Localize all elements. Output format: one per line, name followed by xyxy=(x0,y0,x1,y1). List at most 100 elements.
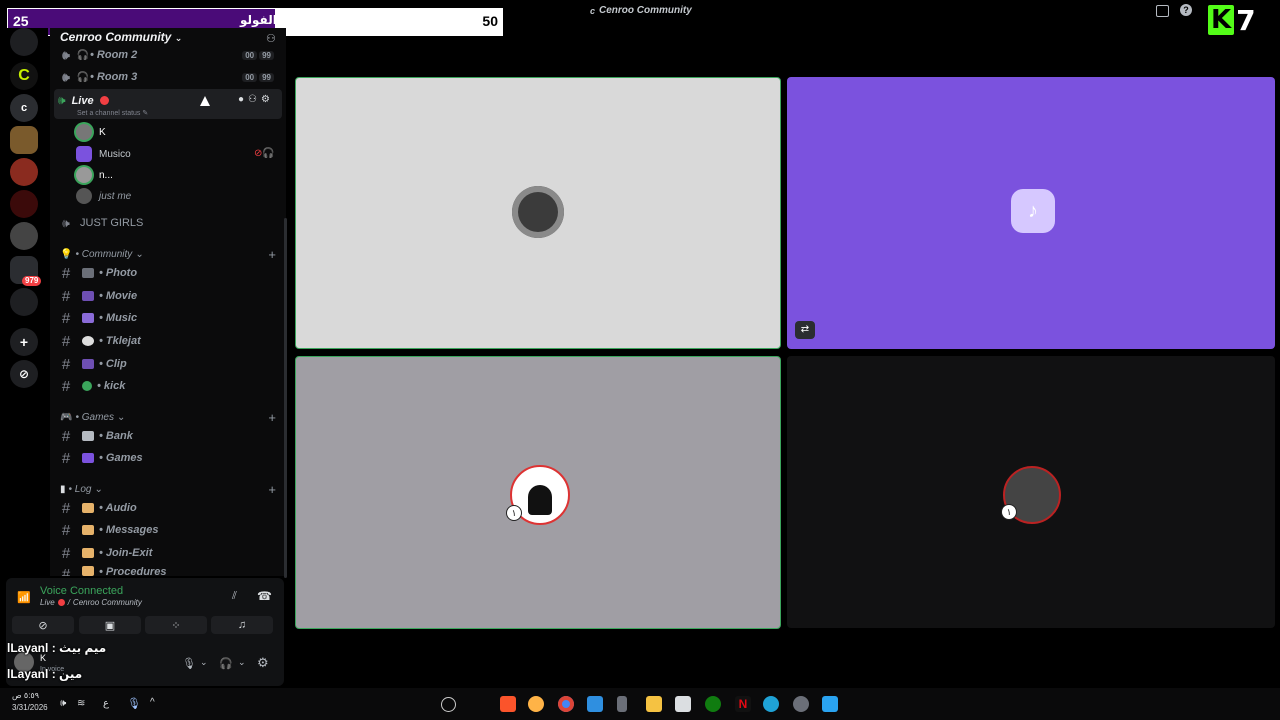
channel-status-hint[interactable]: Set a channel status ✎ xyxy=(77,109,148,117)
activities-icon: ⁘ xyxy=(171,619,181,632)
member-k[interactable]: K xyxy=(76,122,106,142)
server-icon-cenroo[interactable]: ᴄ xyxy=(10,94,38,122)
mic-icon[interactable]: 🎙 xyxy=(182,657,196,670)
voice-tile-user-3[interactable]: ١ xyxy=(295,356,781,629)
netflix-icon[interactable]: N xyxy=(735,696,751,712)
edge-icon[interactable] xyxy=(763,696,779,712)
text-channel-tklejat[interactable]: # • Tklejat xyxy=(56,331,282,351)
sidebar-scrollbar[interactable] xyxy=(284,218,287,578)
server-icon-7[interactable] xyxy=(10,222,38,250)
hash-icon: # xyxy=(61,427,71,445)
text-channel-messages[interactable]: # • Messages xyxy=(56,520,282,540)
text-channel-audio[interactable]: # • Audio xyxy=(56,498,282,518)
settings-taskbar-icon[interactable] xyxy=(793,696,809,712)
chevron-down-icon[interactable]: ⌄ xyxy=(200,657,208,668)
overlay-logo-letter: K xyxy=(1208,5,1235,35)
language-indicator[interactable]: ع xyxy=(103,698,109,709)
voice-channel-room-2[interactable]: 🕪 🎧 • Room 2 00 99 xyxy=(56,45,282,65)
text-channel-music[interactable]: # • Music xyxy=(56,308,282,328)
hash-icon: # xyxy=(61,521,71,539)
add-member-icon[interactable]: ⚇ xyxy=(248,94,257,105)
clapper-icon xyxy=(82,291,94,301)
voice-channel-just-girls[interactable]: 🕪 JUST GIRLS xyxy=(56,213,282,233)
member-musico[interactable]: Musico xyxy=(76,144,131,164)
server-icon-2[interactable]: C xyxy=(10,62,38,90)
text-channel-movie[interactable]: # • Movie xyxy=(56,286,282,306)
text-channel-procedures[interactable]: # • Procedures xyxy=(56,566,282,576)
music-note-icon xyxy=(82,313,94,323)
voice-channel-room-3[interactable]: 🕪 🎧 • Room 3 00 99 xyxy=(56,67,282,87)
chat-icon[interactable]: ● xyxy=(238,94,244,105)
wifi-icon[interactable]: ≋ xyxy=(77,698,85,709)
inbox-icon[interactable] xyxy=(1156,5,1169,17)
server-icon-1[interactable] xyxy=(10,28,38,56)
live-dot-icon xyxy=(99,96,109,105)
clock-time[interactable]: ٥:٥٩ ص xyxy=(12,691,39,700)
headphones-icon: 🎧 xyxy=(76,71,90,83)
text-channel-join-exit[interactable]: # • Join-Exit xyxy=(56,543,282,563)
activities-button[interactable]: ⁘ xyxy=(145,616,207,634)
chat-overlay-line-1: lLayanl : ميم بيث xyxy=(7,641,107,655)
xbox-icon[interactable] xyxy=(705,696,721,712)
text-channel-clip[interactable]: # • Clip xyxy=(56,354,282,374)
disconnect-icon[interactable]: ☎ xyxy=(257,589,272,603)
add-server-icon[interactable]: + xyxy=(10,328,38,356)
scroll-icon xyxy=(82,566,94,576)
member-just-me[interactable]: just me xyxy=(76,186,131,206)
taskbar xyxy=(0,688,1280,720)
member-n[interactable]: n... xyxy=(76,165,113,185)
server-icon-9[interactable] xyxy=(10,288,38,316)
start-icon[interactable] xyxy=(822,696,838,712)
explore-icon[interactable]: ⊘ xyxy=(10,360,38,388)
page-icon: ▮ xyxy=(60,483,66,495)
noise-suppression-icon[interactable]: ⫽ xyxy=(232,590,237,603)
volume-icon[interactable]: 🕪 xyxy=(60,698,66,709)
voice-tile-user-1[interactable] xyxy=(295,77,781,349)
voice-location[interactable]: Live / Cenroo Community xyxy=(40,598,142,607)
soundboard-button[interactable]: ♫ xyxy=(211,616,273,634)
server-icon-5[interactable] xyxy=(10,158,38,186)
server-header[interactable]: Cenroo Community ⌄ xyxy=(60,30,182,46)
brave-icon[interactable] xyxy=(500,696,516,712)
store-icon[interactable] xyxy=(675,696,691,712)
chevron-down-icon[interactable]: ⌄ xyxy=(238,657,246,668)
camera-off-button[interactable]: ⊘ xyxy=(12,616,74,634)
screen-share-badge-icon[interactable]: ⇄ xyxy=(795,321,815,339)
category-community[interactable]: 💡 • Community ⌄ + xyxy=(60,246,282,262)
category-games[interactable]: 🎮 • Games ⌄ + xyxy=(60,409,282,425)
tray-overflow-icon[interactable]: ^ xyxy=(150,697,155,708)
mic-tray-icon[interactable]: 🎙 xyxy=(127,697,141,710)
text-channel-bank[interactable]: # • Bank xyxy=(56,426,282,446)
file-explorer-icon[interactable] xyxy=(646,696,662,712)
server-icon-6[interactable] xyxy=(10,190,38,218)
user-settings-icon[interactable]: ⚙ xyxy=(257,655,269,671)
user-limit: 00 99 xyxy=(242,50,274,60)
add-channel-icon[interactable]: + xyxy=(268,410,276,425)
clock-date[interactable]: 3/31/2026 xyxy=(12,703,48,712)
voice-connected-label[interactable]: Voice Connected xyxy=(40,585,123,597)
headphones-icon[interactable]: 🎧 xyxy=(219,657,233,670)
app-icon[interactable] xyxy=(617,696,627,712)
silhouette-icon xyxy=(528,485,552,515)
copilot-icon[interactable] xyxy=(441,697,456,712)
share-screen-button[interactable]: ▣ xyxy=(79,616,141,634)
text-channel-kick[interactable]: # • kick xyxy=(56,376,282,396)
settings-icon[interactable]: ⚙ xyxy=(261,94,270,105)
discord-taskbar-icon[interactable] xyxy=(528,696,544,712)
text-channel-games[interactable]: # • Games xyxy=(56,448,282,468)
photos-icon[interactable] xyxy=(587,696,603,712)
help-icon[interactable]: ? xyxy=(1180,4,1192,16)
bulb-icon: 💡 xyxy=(60,248,73,260)
text-channel-photo[interactable]: # • Photo xyxy=(56,263,282,283)
add-channel-icon[interactable]: + xyxy=(268,482,276,497)
chevron-down-icon: ⌄ xyxy=(174,33,183,43)
add-channel-icon[interactable]: + xyxy=(268,247,276,262)
hash-icon: # xyxy=(61,377,71,395)
avatar xyxy=(76,167,92,183)
voice-tile-musico[interactable]: ♪ ⇄ xyxy=(787,77,1275,349)
chrome-icon[interactable] xyxy=(558,696,574,712)
invite-icon[interactable]: ⚇ xyxy=(266,32,276,45)
voice-tile-user-4[interactable]: ١ xyxy=(787,356,1275,628)
server-icon-4[interactable] xyxy=(10,126,38,154)
category-log[interactable]: ▮ • Log ⌄ + xyxy=(60,481,282,497)
